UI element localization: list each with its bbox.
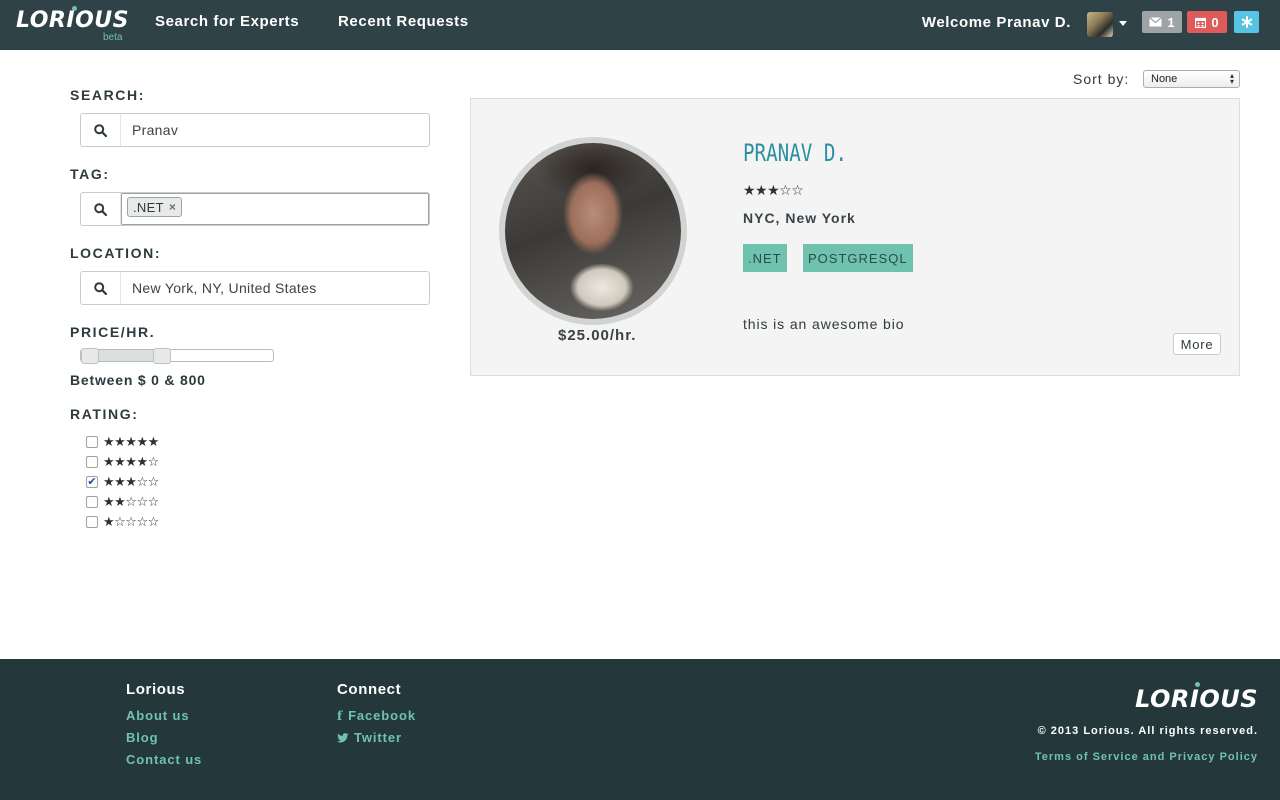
price-label: PRICE/HR. (70, 324, 156, 340)
star-icon: ★★☆☆☆ (103, 494, 159, 510)
welcome-text: Welcome Pranav D. (921, 14, 1071, 31)
footer-link-about[interactable]: About us (126, 708, 190, 723)
location-search-icon-cell (81, 272, 121, 304)
twitter-icon (337, 732, 349, 742)
tag-field[interactable]: .NET × (80, 192, 430, 226)
expert-name[interactable]: PRANAV D. (743, 139, 847, 167)
footer-logo[interactable]: LORIOUS (1135, 682, 1258, 713)
sort-select[interactable]: None ▴ ▾ (1143, 70, 1240, 88)
logo-text: LORIOUS (16, 8, 129, 33)
skill-tag[interactable]: .NET (743, 244, 787, 272)
expert-location: NYC, New York (743, 210, 856, 226)
sort-selected-value: None (1151, 73, 1178, 85)
footer-link-blog[interactable]: Blog (126, 730, 158, 745)
price-slider-max-handle[interactable] (153, 348, 171, 364)
expert-card: $25.00/hr. PRANAV D. ★★★☆☆ NYC, New York… (470, 98, 1240, 376)
settings-icon (1241, 16, 1252, 28)
rating-label: RATING: (70, 406, 139, 422)
expert-bio: this is an awesome bio (743, 316, 905, 332)
location-field[interactable]: New York, NY, United States (80, 271, 430, 305)
expert-price: $25.00/hr. (558, 327, 637, 344)
rating-option-5[interactable]: ★★★★★ (86, 434, 159, 450)
copyright-text: © 2013 Lorious. All rights reserved. (1037, 725, 1258, 737)
tag-remove-icon[interactable]: × (169, 200, 176, 214)
footer-logo-text: LORIOUS (1135, 685, 1258, 713)
lorious-logo[interactable]: LORIOUS beta (16, 6, 129, 44)
search-icon-cell (81, 114, 121, 146)
rating-checkbox[interactable] (86, 496, 98, 508)
star-icon: ★☆☆☆☆ (103, 514, 159, 530)
footer-link-twitter[interactable]: Twitter (337, 730, 402, 745)
calendar-icon (1195, 17, 1207, 28)
footer: Lorious About us Blog Contact us Connect… (0, 659, 1280, 800)
star-icon: ★★★☆☆ (103, 474, 159, 490)
nav-search-experts[interactable]: Search for Experts (155, 13, 299, 30)
sort-label: Sort by: (1073, 71, 1130, 87)
expert-rating-stars: ★★★☆☆ (743, 183, 804, 199)
star-icon: ★★★★☆ (103, 454, 159, 470)
search-icon (94, 281, 107, 295)
calendar-count: 0 (1211, 14, 1219, 30)
price-slider-min-handle[interactable] (81, 348, 99, 364)
user-avatar[interactable] (1087, 12, 1113, 37)
facebook-icon: f (337, 708, 344, 723)
logo-dot (72, 6, 77, 11)
messages-count: 1 (1167, 14, 1175, 30)
calendar-badge[interactable]: 0 (1187, 11, 1227, 33)
envelope-icon (1149, 17, 1163, 27)
footer-heading-connect: Connect (337, 681, 402, 698)
search-input[interactable]: Pranav (132, 122, 178, 138)
rating-option-4[interactable]: ★★★★☆ (86, 454, 159, 470)
price-slider[interactable] (80, 348, 274, 364)
tag-label: TAG: (70, 166, 110, 182)
tag-search-icon-cell (81, 193, 121, 225)
price-range-text: Between $ 0 & 800 (70, 372, 206, 388)
settings-button[interactable] (1234, 11, 1259, 33)
expert-photo[interactable] (505, 143, 681, 319)
rating-option-3[interactable]: ✔ ★★★☆☆ (86, 474, 159, 490)
footer-link-facebook[interactable]: f Facebook (337, 708, 416, 723)
star-icon: ★★★★★ (103, 434, 159, 450)
tag-input[interactable]: .NET × (121, 193, 429, 225)
rating-checkbox[interactable] (86, 516, 98, 528)
beta-label: beta (103, 32, 123, 43)
top-nav-bar: LORIOUS beta Search for Experts Recent R… (0, 0, 1280, 50)
rating-checkbox[interactable]: ✔ (86, 476, 98, 488)
more-button[interactable]: More (1173, 333, 1221, 355)
tag-chip: .NET × (127, 197, 183, 217)
facebook-label: Facebook (348, 708, 416, 723)
rating-option-2[interactable]: ★★☆☆☆ (86, 494, 159, 510)
search-icon (94, 202, 107, 216)
footer-link-contact[interactable]: Contact us (126, 752, 202, 767)
caret-down-icon[interactable] (1119, 21, 1127, 26)
rating-checkbox[interactable] (86, 436, 98, 448)
search-field[interactable]: Pranav (80, 113, 430, 147)
terms-link[interactable]: Terms of Service and Privacy Policy (1035, 751, 1258, 763)
search-icon (94, 123, 107, 137)
skill-tag[interactable]: POSTGRESQL (803, 244, 913, 272)
rating-option-1[interactable]: ★☆☆☆☆ (86, 514, 159, 530)
location-label: LOCATION: (70, 245, 162, 261)
select-arrows-icon: ▴ ▾ (1229, 71, 1234, 86)
footer-heading-lorious: Lorious (126, 681, 186, 698)
rating-checkbox[interactable] (86, 456, 98, 468)
twitter-label: Twitter (354, 730, 402, 745)
expert-photo-frame (499, 137, 687, 325)
nav-recent-requests[interactable]: Recent Requests (338, 13, 469, 30)
messages-badge[interactable]: 1 (1142, 11, 1182, 33)
location-input[interactable]: New York, NY, United States (132, 280, 317, 296)
tag-chip-label: .NET (133, 199, 164, 215)
search-label: SEARCH: (70, 87, 145, 103)
